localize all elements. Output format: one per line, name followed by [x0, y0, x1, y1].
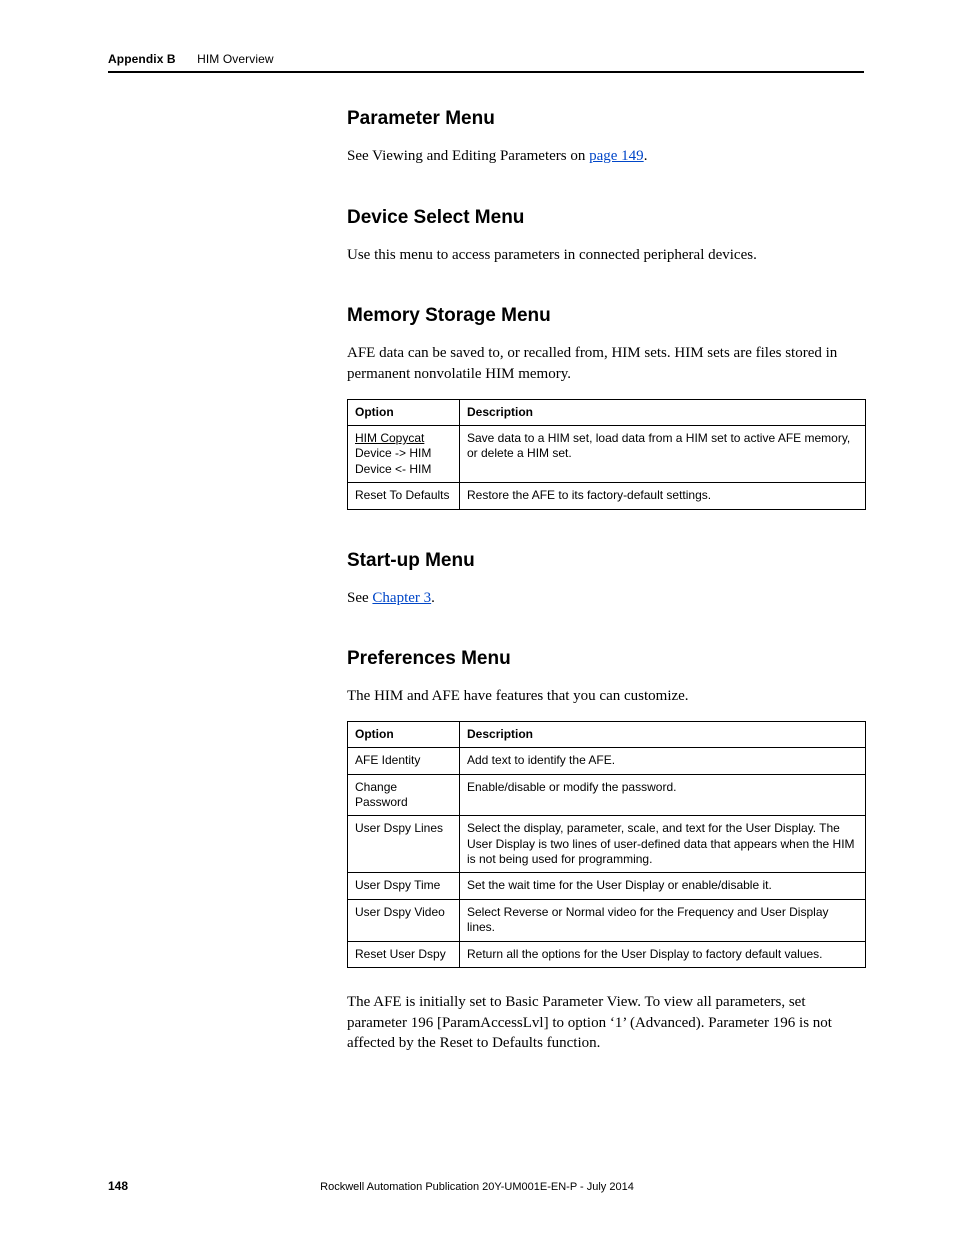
cell-option: Reset User Dspy	[348, 941, 460, 967]
table-row: User Dspy Lines Select the display, para…	[348, 816, 866, 873]
table-row: Option Description	[348, 721, 866, 747]
heading-preferences-menu: Preferences Menu	[347, 648, 866, 670]
para-memory-storage-menu: AFE data can be saved to, or recalled fr…	[347, 343, 866, 384]
header-title: HIM Overview	[197, 52, 274, 66]
table-preferences: Option Description AFE Identity Add text…	[347, 721, 866, 968]
cell-description: Select Reverse or Normal video for the F…	[460, 899, 866, 941]
publication-footer: Rockwell Automation Publication 20Y-UM00…	[0, 1181, 954, 1193]
cell-text-underlined: HIM Copycat	[355, 431, 424, 445]
header-appendix: Appendix B	[108, 52, 176, 66]
running-header: Appendix B HIM Overview	[108, 52, 864, 66]
cell-description: Restore the AFE to its factory-default s…	[460, 483, 866, 509]
th-option: Option	[348, 399, 460, 425]
cell-description: Enable/disable or modify the password.	[460, 774, 866, 816]
cell-description: Select the display, parameter, scale, an…	[460, 816, 866, 873]
cell-option: Change Password	[348, 774, 460, 816]
th-option: Option	[348, 721, 460, 747]
th-description: Description	[460, 399, 866, 425]
section-parameter-menu: Parameter Menu See Viewing and Editing P…	[347, 108, 866, 167]
table-row: User Dspy Time Set the wait time for the…	[348, 873, 866, 899]
table-memory-storage: Option Description HIM Copycat Device ->…	[347, 399, 866, 510]
para-preferences-note: The AFE is initially set to Basic Parame…	[347, 992, 866, 1054]
heading-startup-menu: Start-up Menu	[347, 550, 866, 572]
content: Parameter Menu See Viewing and Editing P…	[347, 108, 866, 1074]
heading-device-select-menu: Device Select Menu	[347, 207, 866, 229]
link-chapter-3[interactable]: Chapter 3	[372, 590, 431, 606]
heading-parameter-menu: Parameter Menu	[347, 108, 866, 130]
table-row: User Dspy Video Select Reverse or Normal…	[348, 899, 866, 941]
th-description: Description	[460, 721, 866, 747]
text: .	[644, 148, 648, 164]
cell-option: User Dspy Video	[348, 899, 460, 941]
section-memory-storage-menu: Memory Storage Menu AFE data can be save…	[347, 305, 866, 509]
link-page-149[interactable]: page 149	[589, 148, 644, 164]
cell-option: User Dspy Lines	[348, 816, 460, 873]
section-preferences-menu: Preferences Menu The HIM and AFE have fe…	[347, 648, 866, 1054]
cell-option: User Dspy Time	[348, 873, 460, 899]
table-row: Reset User Dspy Return all the options f…	[348, 941, 866, 967]
header-rule	[108, 71, 864, 73]
text: See Viewing and Editing Parameters on	[347, 148, 589, 164]
section-startup-menu: Start-up Menu See Chapter 3.	[347, 550, 866, 609]
table-row: Option Description	[348, 399, 866, 425]
cell-option: AFE Identity	[348, 748, 460, 774]
text: See	[347, 590, 372, 606]
section-device-select-menu: Device Select Menu Use this menu to acce…	[347, 207, 866, 266]
cell-description: Set the wait time for the User Display o…	[460, 873, 866, 899]
cell-option: Reset To Defaults	[348, 483, 460, 509]
cell-description: Save data to a HIM set, load data from a…	[460, 426, 866, 483]
cell-text: Device <- HIM	[355, 462, 431, 476]
cell-option: HIM Copycat Device -> HIM Device <- HIM	[348, 426, 460, 483]
table-row: AFE Identity Add text to identify the AF…	[348, 748, 866, 774]
cell-description: Add text to identify the AFE.	[460, 748, 866, 774]
table-row: HIM Copycat Device -> HIM Device <- HIM …	[348, 426, 866, 483]
cell-text: Device -> HIM	[355, 446, 431, 460]
cell-description: Return all the options for the User Disp…	[460, 941, 866, 967]
heading-memory-storage-menu: Memory Storage Menu	[347, 305, 866, 327]
para-preferences-intro: The HIM and AFE have features that you c…	[347, 686, 866, 707]
table-row: Reset To Defaults Restore the AFE to its…	[348, 483, 866, 509]
page: Appendix B HIM Overview Parameter Menu S…	[0, 0, 954, 1235]
para-startup-menu: See Chapter 3.	[347, 588, 866, 609]
para-parameter-menu: See Viewing and Editing Parameters on pa…	[347, 146, 866, 167]
text: .	[431, 590, 435, 606]
table-row: Change Password Enable/disable or modify…	[348, 774, 866, 816]
para-device-select-menu: Use this menu to access parameters in co…	[347, 245, 866, 266]
